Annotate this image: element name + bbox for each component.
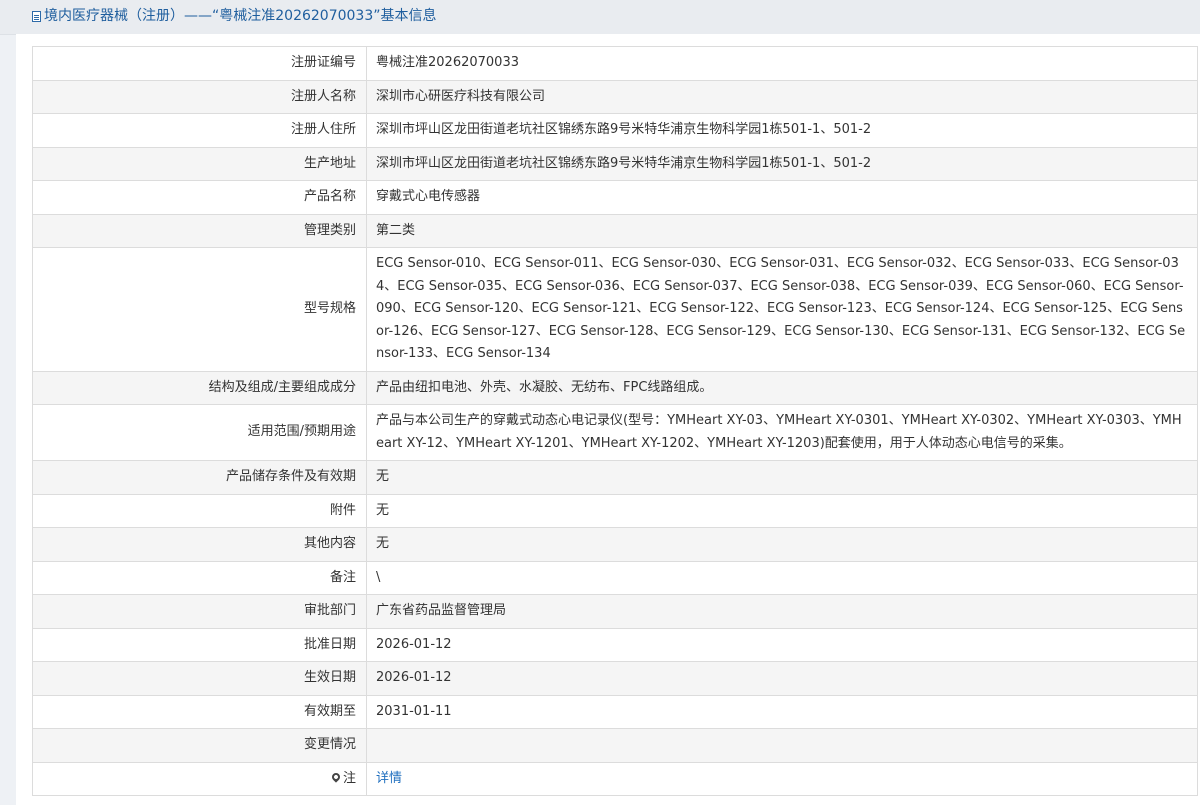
field-value: 无 [366, 493, 1198, 528]
field-value: 产品与本公司生产的穿戴式动态心电记录仪(型号：YMHeart XY-03、YMH… [366, 404, 1198, 461]
field-value [366, 728, 1198, 763]
field-label: 产品名称 [32, 180, 367, 215]
field-value: 深圳市心研医疗科技有限公司 [366, 79, 1198, 114]
table-row: 注册证编号 粤械注准20262070033 [32, 46, 1198, 81]
field-value: 粤械注准20262070033 [366, 46, 1198, 81]
field-label: 其他内容 [32, 527, 367, 562]
field-value: 详情 [366, 761, 1198, 796]
field-label: 备注 [32, 560, 367, 595]
details-link[interactable]: 详情 [376, 771, 402, 786]
table-row: 生产地址 深圳市坪山区龙田街道老坑社区锦绣东路9号米特华浦京生物科学园1栋501-… [32, 146, 1198, 181]
field-label: 适用范围/预期用途 [32, 404, 367, 461]
table-row: 注册人名称 深圳市心研医疗科技有限公司 [32, 79, 1198, 114]
detail-panel: 注册证编号 粤械注准20262070033 注册人名称 深圳市心研医疗科技有限公司 注册… [16, 34, 1200, 805]
field-label: 注册人住所 [32, 113, 367, 148]
field-label: 生产地址 [32, 146, 367, 181]
field-value: 2026-01-12 [366, 661, 1198, 696]
table-row-note: 注 详情 [32, 761, 1198, 796]
table-row: 有效期至 2031-01-11 [32, 694, 1198, 729]
table-row: 产品名称 穿戴式心电传感器 [32, 180, 1198, 215]
field-value: 深圳市坪山区龙田街道老坑社区锦绣东路9号米特华浦京生物科学园1栋501-1、50… [366, 146, 1198, 181]
field-label: 注册人名称 [32, 79, 367, 114]
table-row: 型号规格 ECG Sensor-010、ECG Sensor-011、ECG Se… [32, 247, 1198, 372]
table-row: 结构及组成/主要组成成分 产品由纽扣电池、外壳、水凝胶、无纺布、FPC线路组成。 [32, 370, 1198, 405]
field-value: 广东省药品监督管理局 [366, 594, 1198, 629]
table-row: 批准日期 2026-01-12 [32, 627, 1198, 662]
field-value: 深圳市坪山区龙田街道老坑社区锦绣东路9号米特华浦京生物科学园1栋501-1、50… [366, 113, 1198, 148]
field-value: 第二类 [366, 213, 1198, 248]
field-label: 型号规格 [32, 247, 367, 372]
table-row: 注册人住所 深圳市坪山区龙田街道老坑社区锦绣东路9号米特华浦京生物科学园1栋501… [32, 113, 1198, 148]
table-row: 产品储存条件及有效期无 [32, 460, 1198, 495]
page-title: 境内医疗器械（注册）——“粤械注准20262070033”基本信息 [44, 8, 437, 24]
field-value: 穿戴式心电传感器 [366, 180, 1198, 215]
field-value: ECG Sensor-010、ECG Sensor-011、ECG Sensor… [366, 247, 1198, 372]
field-label: 附件 [32, 493, 367, 528]
table-row: 生效日期 2026-01-12 [32, 661, 1198, 696]
table-row: 附件无 [32, 493, 1198, 528]
table-row: 审批部门 广东省药品监督管理局 [32, 594, 1198, 629]
field-label: 注册证编号 [32, 46, 367, 81]
field-label: 结构及组成/主要组成成分 [32, 370, 367, 405]
field-value: 无 [366, 460, 1198, 495]
field-value: 2031-01-11 [366, 694, 1198, 729]
field-label: 审批部门 [32, 594, 367, 629]
table-row: 管理类别 第二类 [32, 213, 1198, 248]
basic-info-table: 注册证编号 粤械注准20262070033 注册人名称 深圳市心研医疗科技有限公司 注册… [32, 46, 1198, 796]
field-value: \ [366, 560, 1198, 595]
field-label: 管理类别 [32, 213, 367, 248]
field-value: 产品由纽扣电池、外壳、水凝胶、无纺布、FPC线路组成。 [366, 370, 1198, 405]
pin-icon [330, 770, 342, 783]
field-label: 注 [32, 761, 367, 796]
field-value: 2026-01-12 [366, 627, 1198, 662]
table-row: 适用范围/预期用途 产品与本公司生产的穿戴式动态心电记录仪(型号：YMHeart … [32, 404, 1198, 461]
table-row: 备注 \ [32, 560, 1198, 595]
field-value: 无 [366, 527, 1198, 562]
field-label: 产品储存条件及有效期 [32, 460, 367, 495]
note-label: 注 [342, 770, 356, 786]
page-header: 境内医疗器械（注册）——“粤械注准20262070033”基本信息 [0, 0, 1200, 35]
table-row: 其他内容无 [32, 527, 1198, 562]
field-label: 生效日期 [32, 661, 367, 696]
field-label: 有效期至 [32, 694, 367, 729]
field-label: 批准日期 [32, 627, 367, 662]
table-row: 变更情况 [32, 728, 1198, 763]
document-icon [32, 11, 41, 22]
field-label: 变更情况 [32, 728, 367, 763]
